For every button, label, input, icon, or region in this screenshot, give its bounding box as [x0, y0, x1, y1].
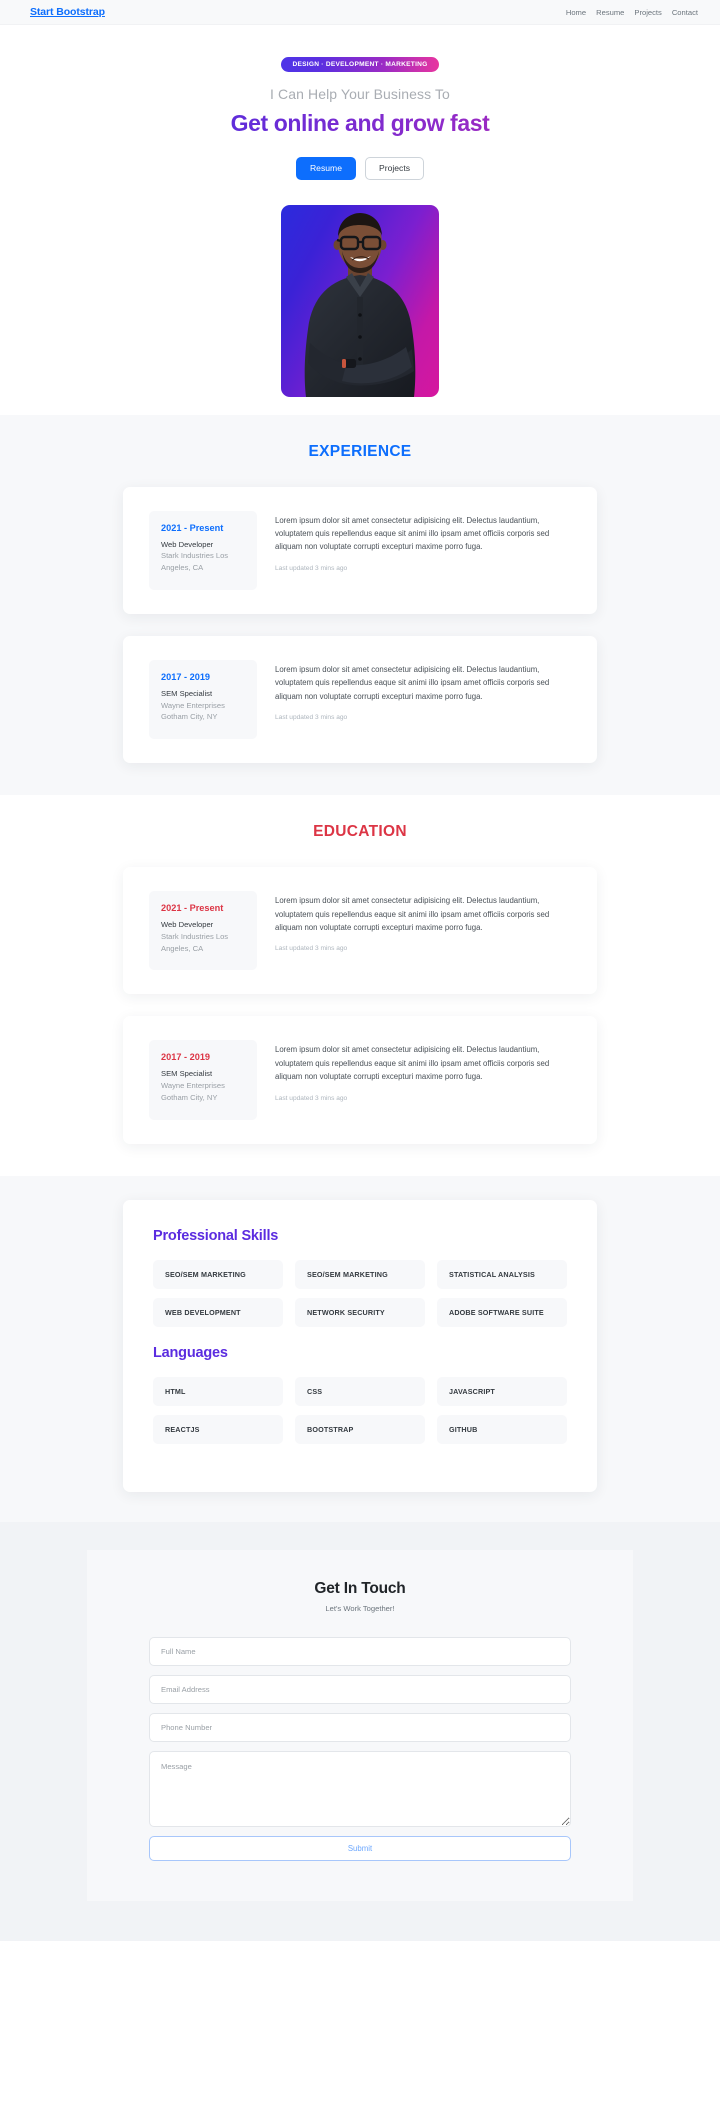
contact-heading: Get In Touch — [314, 1579, 406, 1597]
experience-date-box: 2017 - 2019 SEM Specialist Wayne Enterpr… — [149, 659, 257, 740]
experience-section: EXPERIENCE 2021 - Present Web Developer … — [0, 414, 720, 796]
brand-logo[interactable]: Start Bootstrap — [30, 6, 105, 18]
education-updated: Last updated 3 mins ago — [275, 945, 348, 953]
portrait-photo — [304, 212, 416, 397]
experience-heading: EXPERIENCE — [308, 442, 412, 460]
education-date-box: 2017 - 2019 SEM Specialist Wayne Enterpr… — [149, 1040, 257, 1120]
contact-section: Get In Touch Let's Work Together! Submit — [0, 1521, 720, 1941]
education-card: 2021 - Present Web Developer Stark Indus… — [123, 867, 597, 995]
language-chip: JAVASCRIPT — [437, 1376, 567, 1406]
education-role: Web Developer — [161, 920, 214, 930]
experience-date-box: 2021 - Present Web Developer Stark Indus… — [149, 510, 257, 590]
skills-card: Professional Skills SEO/SEM MARKETING SE… — [123, 1199, 597, 1492]
skill-chip: WEB DEVELOPMENT — [153, 1297, 283, 1327]
experience-body: Lorem ipsum dolor sit amet consectetur a… — [275, 660, 571, 739]
resume-button[interactable]: Resume — [295, 157, 356, 180]
experience-role: Web Developer — [161, 539, 214, 549]
education-date: 2021 - Present — [161, 903, 224, 914]
hero-subtitle: I Can Help Your Business To — [270, 86, 450, 102]
experience-date: 2017 - 2019 — [161, 671, 211, 682]
experience-updated: Last updated 3 mins ago — [275, 714, 348, 722]
experience-description: Lorem ipsum dolor sit amet consectetur a… — [275, 664, 550, 701]
skill-chip: NETWORK SECURITY — [295, 1297, 425, 1327]
hero-actions: Resume Projects — [0, 157, 720, 180]
language-chip: CSS — [295, 1376, 425, 1406]
experience-org: Wayne Enterprises Gotham City, NY — [161, 700, 225, 722]
navbar: Start Bootstrap Home Resume Projects Con… — [0, 0, 720, 25]
experience-date: 2021 - Present — [161, 522, 224, 533]
nav-link-home[interactable]: Home — [566, 8, 586, 17]
message-textarea[interactable] — [149, 1750, 571, 1827]
professional-skills-heading: Professional Skills — [153, 1227, 279, 1244]
language-chip: REACTJS — [153, 1414, 283, 1444]
email-input[interactable] — [149, 1674, 571, 1704]
education-updated: Last updated 3 mins ago — [275, 1094, 348, 1102]
language-chip: GITHUB — [437, 1414, 567, 1444]
education-description: Lorem ipsum dolor sit amet consectetur a… — [275, 896, 550, 932]
hero-title: Get online and grow fast — [0, 110, 720, 137]
education-body: Lorem ipsum dolor sit amet consectetur a… — [275, 1040, 571, 1119]
nav-link-projects[interactable]: Projects — [634, 8, 661, 17]
language-chip: BOOTSTRAP — [295, 1414, 425, 1444]
language-chip: HTML — [153, 1376, 283, 1406]
skill-chip: SEO/SEM MARKETING — [153, 1259, 283, 1289]
hero-badge: DESIGN · DEVELOPMENT · MARKETING — [281, 57, 439, 72]
contact-subheading: Let's Work Together! — [325, 1603, 395, 1613]
education-date: 2017 - 2019 — [161, 1052, 211, 1063]
experience-org: Stark Industries Los Angeles, CA — [161, 551, 229, 573]
nav-link-resume[interactable]: Resume — [596, 8, 624, 17]
submit-button[interactable]: Submit — [149, 1835, 571, 1861]
skill-chip: SEO/SEM MARKETING — [295, 1259, 425, 1289]
experience-card: 2021 - Present Web Developer Stark Indus… — [123, 486, 597, 614]
nav-links: Home Resume Projects Contact — [566, 8, 698, 17]
experience-role: SEM Specialist — [161, 688, 213, 698]
education-body: Lorem ipsum dolor sit amet consectetur a… — [275, 891, 571, 970]
skill-chip: ADOBE SOFTWARE SUITE — [437, 1297, 567, 1327]
experience-card: 2017 - 2019 SEM Specialist Wayne Enterpr… — [123, 635, 597, 764]
full-name-input[interactable] — [149, 1636, 571, 1666]
experience-description: Lorem ipsum dolor sit amet consectetur a… — [275, 515, 550, 552]
experience-body: Lorem ipsum dolor sit amet consectetur a… — [275, 511, 571, 590]
phone-input[interactable] — [149, 1712, 571, 1742]
education-card: 2017 - 2019 SEM Specialist Wayne Enterpr… — [123, 1016, 597, 1144]
professional-skills-grid: SEO/SEM MARKETING SEO/SEM MARKETING STAT… — [153, 1259, 567, 1327]
education-org: Stark Industries Los Angeles, CA — [161, 931, 229, 953]
skills-section: Professional Skills SEO/SEM MARKETING SE… — [0, 1175, 720, 1522]
nav-link-contact[interactable]: Contact — [672, 8, 698, 17]
education-date-box: 2021 - Present Web Developer Stark Indus… — [149, 891, 257, 971]
hero-portrait-frame — [281, 204, 439, 397]
skill-chip: STATISTICAL ANALYSIS — [437, 1259, 567, 1289]
languages-heading: Languages — [153, 1344, 228, 1361]
education-org: Wayne Enterprises Gotham City, NY — [161, 1081, 225, 1103]
education-heading: EDUCATION — [313, 823, 407, 841]
education-section: EDUCATION 2021 - Present Web Developer S… — [0, 795, 720, 1176]
projects-button[interactable]: Projects — [364, 157, 425, 180]
contact-form: Submit — [149, 1636, 571, 1861]
hero-section: DESIGN · DEVELOPMENT · MARKETING I Can H… — [0, 25, 720, 415]
languages-grid: HTML CSS JAVASCRIPT REACTJS BOOTSTRAP GI… — [153, 1376, 567, 1444]
contact-card: Get In Touch Let's Work Together! Submit — [87, 1549, 633, 1901]
education-role: SEM Specialist — [161, 1069, 213, 1079]
experience-updated: Last updated 3 mins ago — [275, 564, 348, 572]
education-description: Lorem ipsum dolor sit amet consectetur a… — [275, 1045, 550, 1082]
